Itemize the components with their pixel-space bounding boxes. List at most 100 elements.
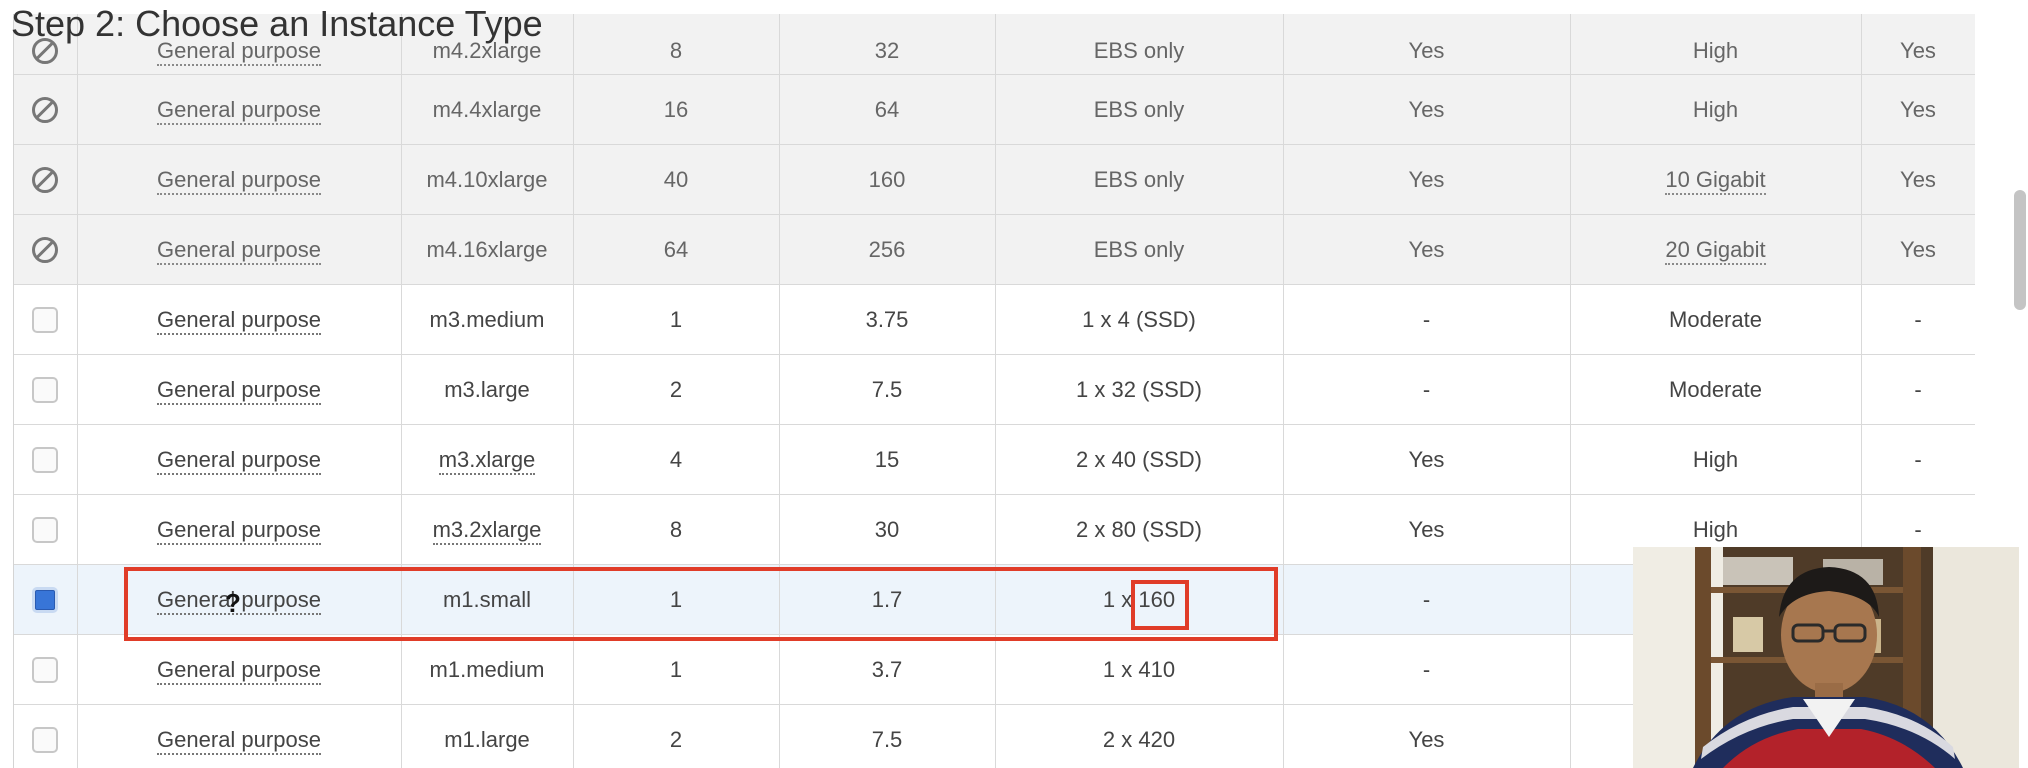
- page-title: Step 2: Choose an Instance Type: [11, 3, 543, 44]
- cell-instance-type-text[interactable]: m3.xlarge: [438, 446, 536, 475]
- cell-family: General purpose: [77, 704, 402, 768]
- cell-select: [14, 494, 78, 565]
- cell-network-performance-text[interactable]: 20 Gigabit: [1665, 236, 1766, 265]
- cell-memory-text: 256: [868, 236, 906, 262]
- cell-select: [14, 634, 78, 705]
- webcam-overlay: [1633, 547, 2019, 768]
- cell-memory: 30: [779, 494, 996, 565]
- cell-instance-storage: EBS only: [995, 214, 1284, 285]
- cell-ebs-optimized: Yes: [1283, 424, 1571, 495]
- cell-instance-storage: 1 x 32 (SSD): [995, 354, 1284, 425]
- cell-family-text[interactable]: General purpose: [157, 166, 321, 195]
- cell-instance-type-text: m3.medium: [429, 306, 545, 332]
- cell-memory: 64: [779, 74, 996, 145]
- cell-family-text[interactable]: General purpose: [157, 96, 321, 125]
- cell-memory-text: 15: [874, 446, 900, 472]
- checkbox[interactable]: [32, 657, 59, 684]
- cell-memory: 7.5: [779, 704, 996, 768]
- cell-ebs-optimized-text: Yes: [1408, 516, 1445, 542]
- cell-ebs-optimized-text: Yes: [1408, 726, 1445, 752]
- cell-select: [14, 424, 78, 495]
- cell-instance-type-text: m1.large: [444, 726, 530, 752]
- cell-instance-type: m1.large: [401, 704, 574, 768]
- cell-network-performance: 20 Gigabit: [1570, 214, 1862, 285]
- cell-family-text[interactable]: General purpose: [157, 236, 321, 265]
- cell-vcpus-text: 2: [669, 726, 683, 752]
- cell-network-performance: High: [1570, 424, 1862, 495]
- table-row[interactable]: General purpose m3.xlarge 4 15 2 x 40 (SSD) Y…: [14, 424, 1975, 495]
- cell-family-text[interactable]: General purpose: [157, 726, 321, 755]
- cell-ebs-optimized: -: [1283, 354, 1571, 425]
- cell-instance-type-text[interactable]: m3.2xlarge: [432, 516, 542, 545]
- scrollbar-thumb[interactable]: [2014, 190, 2026, 310]
- cell-vcpus-text: 4: [669, 446, 683, 472]
- table-row: General purpose m4.10xlarge 40 160 EBS only Y…: [14, 144, 1975, 215]
- cell-family-text[interactable]: General purpose: [157, 376, 321, 405]
- cell-memory: 160: [779, 144, 996, 215]
- cell-family: General purpose: [77, 214, 402, 285]
- cell-ipv6-support-text: -: [1914, 306, 1922, 332]
- cell-network-performance: High: [1570, 74, 1862, 145]
- cell-ebs-optimized: Yes: [1283, 144, 1571, 215]
- cell-memory-text: 7.5: [871, 726, 903, 752]
- cell-vcpus: 2: [573, 354, 780, 425]
- cell-vcpus: 40: [573, 144, 780, 215]
- cell-network-performance: High: [1570, 14, 1862, 75]
- cell-instance-storage: 2 x 80 (SSD): [995, 494, 1284, 565]
- cell-ipv6-support-text: Yes: [1900, 236, 1936, 262]
- cell-memory-text: 30: [874, 516, 900, 542]
- cell-vcpus: 8: [573, 494, 780, 565]
- help-cursor-icon: ?: [225, 588, 241, 618]
- cell-select: [14, 74, 78, 145]
- checkbox[interactable]: [32, 727, 59, 754]
- cell-network-performance: Moderate: [1570, 354, 1862, 425]
- cell-vcpus: 4: [573, 424, 780, 495]
- cell-instance-storage-text: 1 x 4 (SSD): [1082, 306, 1196, 332]
- cell-network-performance-text[interactable]: 10 Gigabit: [1665, 166, 1766, 195]
- checkbox[interactable]: [32, 517, 59, 544]
- cell-memory-text: 3.75: [865, 306, 909, 332]
- cell-select: [14, 284, 78, 355]
- table-row[interactable]: General purpose m3.medium 1 3.75 1 x 4 (SSD)…: [14, 284, 1975, 355]
- cell-family-text[interactable]: General purpose: [157, 306, 321, 335]
- cell-network-performance-text: Moderate: [1669, 306, 1762, 332]
- cell-instance-type: m4.16xlarge: [401, 214, 574, 285]
- cell-vcpus: 8: [573, 14, 780, 75]
- cell-ipv6-support-text: -: [1914, 516, 1922, 542]
- checkbox[interactable]: [32, 307, 59, 334]
- checkbox[interactable]: [32, 447, 59, 474]
- cell-ipv6-support: -: [1861, 354, 1975, 425]
- cell-family-text[interactable]: General purpose: [157, 656, 321, 685]
- table-row[interactable]: General purpose m3.large 2 7.5 1 x 32 (SSD) -…: [14, 354, 1975, 425]
- checkbox[interactable]: [32, 377, 59, 404]
- unavailable-icon: [32, 97, 59, 124]
- cell-ipv6-support: -: [1861, 424, 1975, 495]
- cell-ebs-optimized: -: [1283, 564, 1571, 635]
- cell-ebs-optimized: Yes: [1283, 704, 1571, 768]
- cell-memory-text: 3.7: [871, 656, 903, 682]
- highlight-box-selected-row: [124, 567, 1278, 641]
- cell-memory: 32: [779, 14, 996, 75]
- cell-vcpus: 64: [573, 214, 780, 285]
- cell-ipv6-support: Yes: [1861, 14, 1975, 75]
- cell-family-text[interactable]: General purpose: [157, 516, 321, 545]
- checkbox-checked[interactable]: [32, 587, 59, 614]
- cell-family: General purpose: [77, 494, 402, 565]
- cell-ebs-optimized-text: -: [1422, 306, 1431, 332]
- cell-family-text[interactable]: General purpose: [157, 446, 321, 475]
- cell-family: General purpose: [77, 284, 402, 355]
- cell-ipv6-support-text: Yes: [1900, 38, 1936, 63]
- cell-memory: 7.5: [779, 354, 996, 425]
- cell-instance-storage: EBS only: [995, 14, 1284, 75]
- cell-network-performance-text: High: [1692, 38, 1739, 63]
- cell-network-performance-text: Moderate: [1669, 376, 1762, 402]
- cell-memory: 3.7: [779, 634, 996, 705]
- cell-instance-storage: 1 x 410: [995, 634, 1284, 705]
- cell-network-performance-text: High: [1692, 516, 1739, 542]
- table-row: General purpose m4.4xlarge 16 64 EBS only Yes…: [14, 74, 1975, 145]
- cell-vcpus-text: 2: [669, 376, 683, 402]
- cell-select: [14, 144, 78, 215]
- cell-select: [14, 354, 78, 425]
- cell-ebs-optimized: Yes: [1283, 214, 1571, 285]
- cell-instance-type: m3.medium: [401, 284, 574, 355]
